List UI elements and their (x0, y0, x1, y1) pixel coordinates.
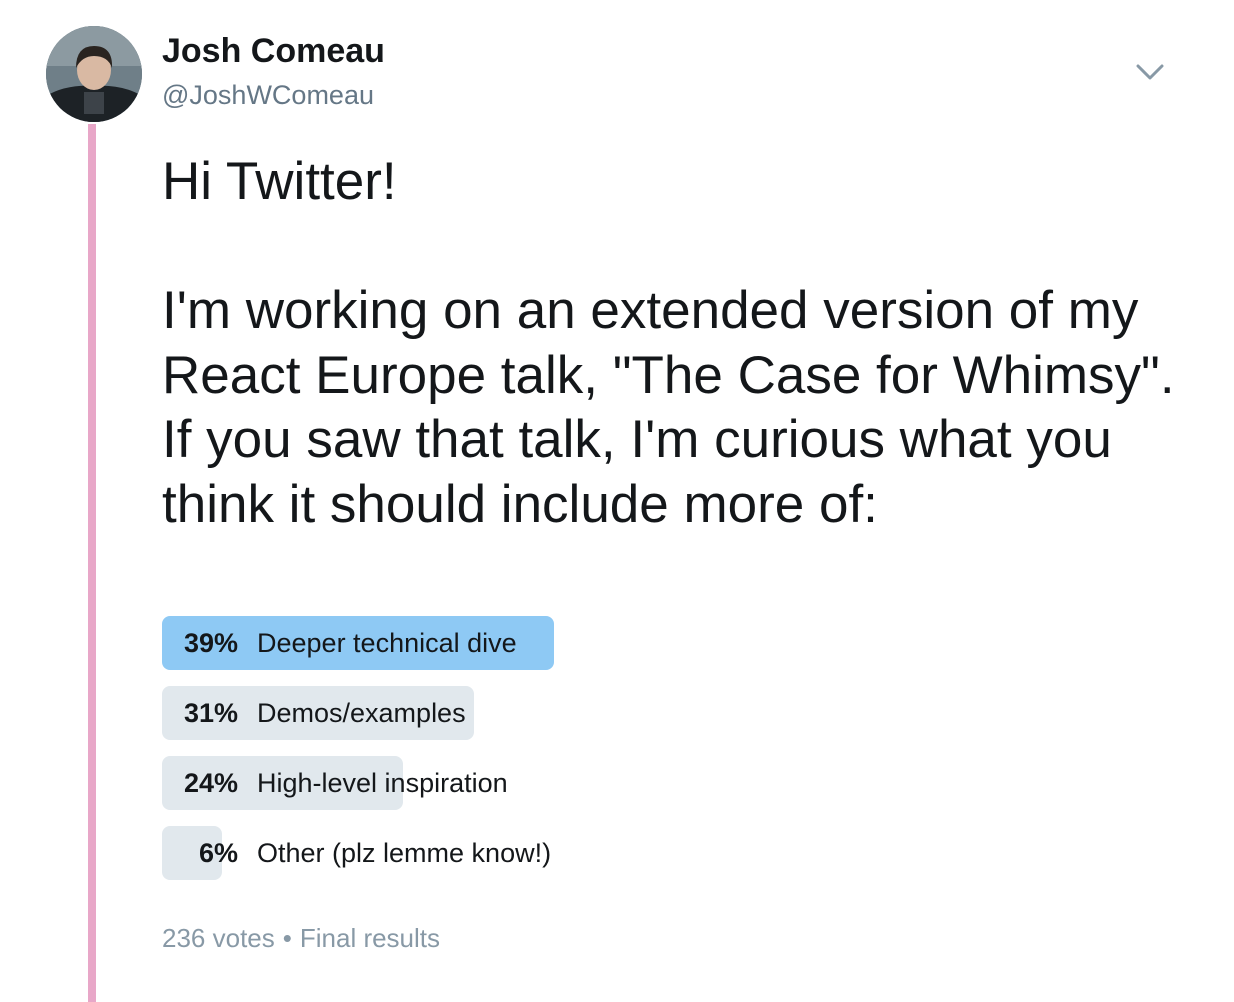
poll-option-label: Other (plz lemme know!) (257, 838, 552, 868)
more-options-button[interactable] (1134, 58, 1166, 86)
poll-option-label: High-level inspiration (257, 768, 508, 798)
poll-option: 6% Other (plz lemme know!) (162, 826, 1162, 880)
poll-option-label: Deeper technical dive (257, 628, 517, 658)
poll-vote-count: 236 votes (162, 923, 275, 953)
poll-option-percent: 31% (183, 698, 238, 728)
poll-option: 31% Demos/examples (162, 686, 1162, 740)
poll-status: Final results (299, 923, 441, 953)
chevron-down-icon (1136, 64, 1164, 80)
tweet-container: Josh Comeau @JoshWComeau Hi Twitter! I'm… (0, 0, 1234, 1002)
poll: 39% Deeper technical dive 31% Demos/exam… (162, 616, 1162, 896)
poll-footer: 236 votes • Final results (162, 920, 440, 956)
poll-option-percent: 6% (198, 838, 238, 868)
avatar[interactable] (46, 26, 142, 122)
avatar-image (46, 26, 142, 122)
poll-option: 39% Deeper technical dive (162, 616, 1162, 670)
poll-option: 24% High-level inspiration (162, 756, 1162, 810)
tweet-text: Hi Twitter! I'm working on an extended v… (162, 152, 1175, 534)
poll-option-percent: 39% (183, 628, 238, 658)
author-name[interactable]: Josh Comeau (162, 30, 385, 72)
poll-option-percent: 24% (183, 768, 238, 798)
author-handle[interactable]: @JoshWComeau (162, 78, 374, 112)
separator-dot: • (282, 923, 292, 953)
thread-line (88, 124, 96, 1002)
poll-option-label: Demos/examples (257, 698, 466, 728)
